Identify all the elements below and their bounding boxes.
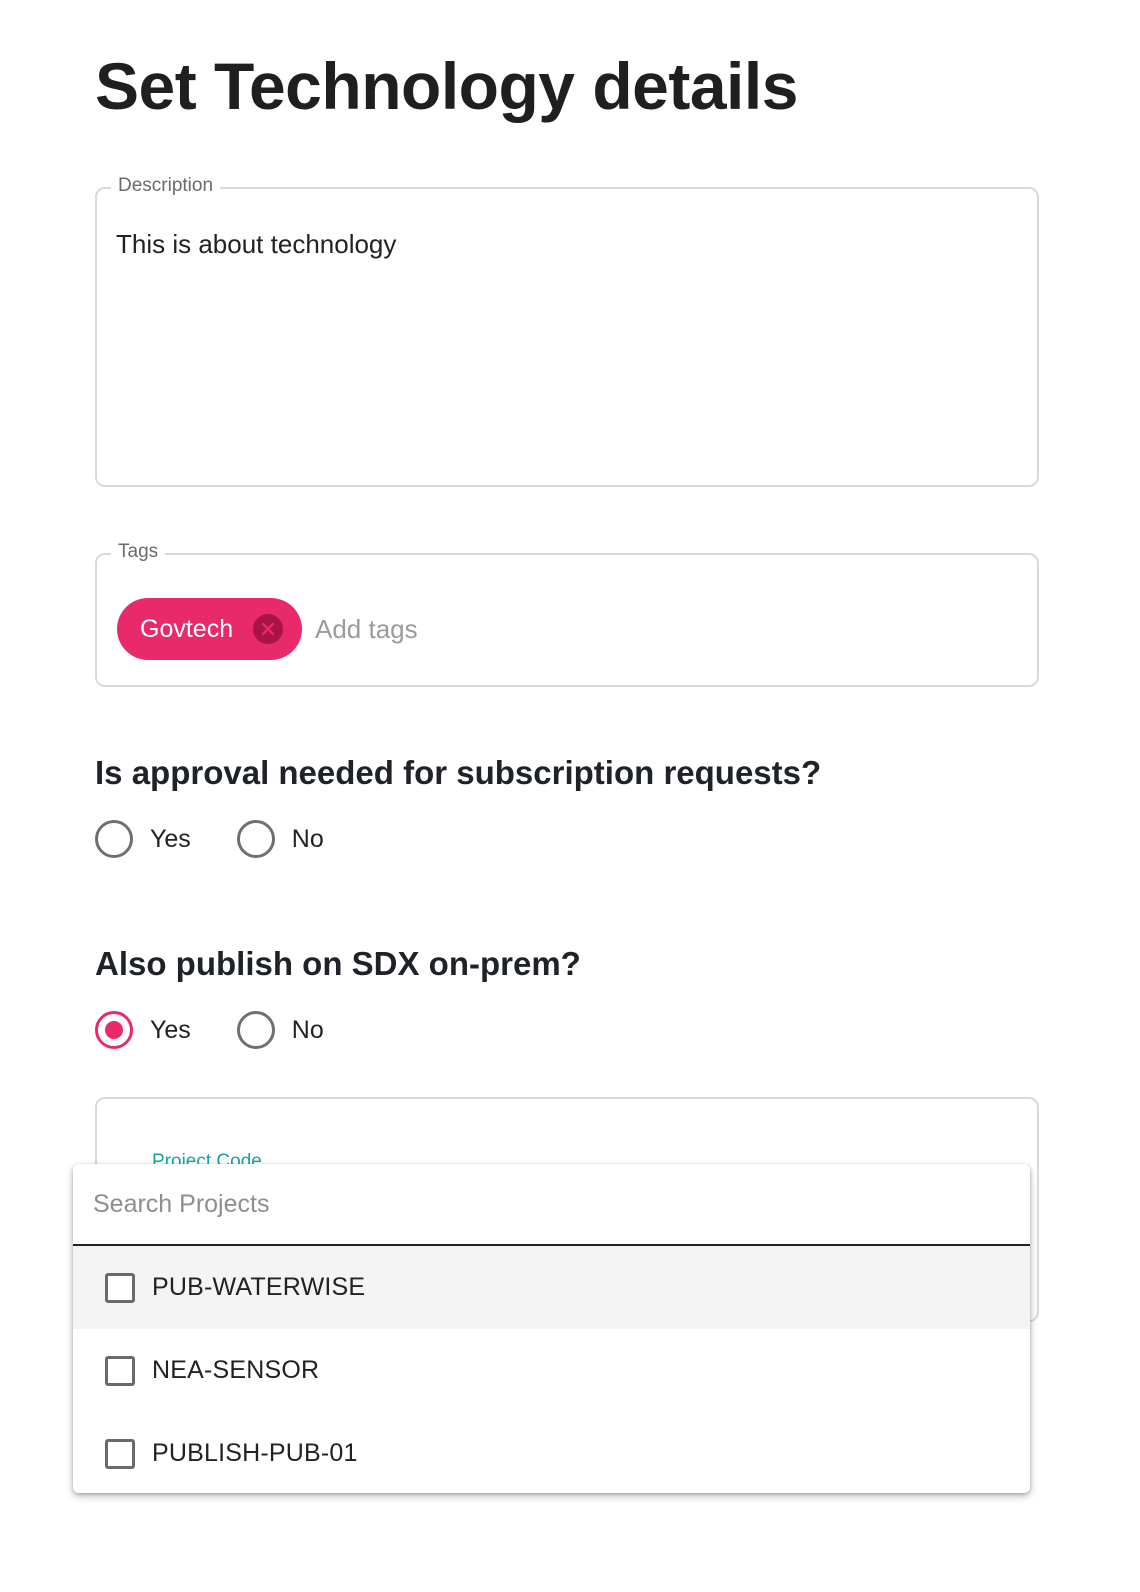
publish-yes-option[interactable]: Yes bbox=[95, 1011, 191, 1049]
description-label: Description bbox=[111, 175, 221, 197]
approval-radio-group: Yes No bbox=[95, 820, 370, 858]
project-option-label: PUBLISH-PUB-01 bbox=[152, 1439, 358, 1467]
project-option-label: PUB-WATERWISE bbox=[152, 1273, 366, 1301]
publish-no-option[interactable]: No bbox=[236, 1011, 324, 1049]
tags-label: Tags bbox=[111, 541, 166, 563]
publish-question: Also publish on SDX on-prem? bbox=[95, 945, 581, 982]
project-option[interactable]: NEA-SENSOR bbox=[73, 1329, 1030, 1412]
project-option-checkbox[interactable] bbox=[105, 1438, 135, 1469]
project-option[interactable]: PUBLISH-PUB-01 bbox=[73, 1412, 1030, 1493]
remove-tag-icon[interactable] bbox=[253, 614, 283, 644]
approval-no-radio[interactable] bbox=[236, 820, 275, 858]
search-projects-input[interactable] bbox=[73, 1164, 1030, 1246]
project-option-label: NEA-SENSOR bbox=[152, 1356, 320, 1384]
approval-yes-label: Yes bbox=[150, 824, 191, 853]
project-option-checkbox[interactable] bbox=[105, 1272, 135, 1303]
tags-input[interactable] bbox=[315, 609, 995, 649]
tag-chip-label: Govtech bbox=[140, 614, 234, 643]
project-option-checkbox[interactable] bbox=[105, 1355, 135, 1386]
approval-no-option[interactable]: No bbox=[236, 820, 324, 858]
page-title: Set Technology details bbox=[95, 49, 798, 123]
approval-question: Is approval needed for subscription requ… bbox=[95, 754, 822, 791]
publish-no-label: No bbox=[291, 1015, 324, 1044]
publish-radio-group: Yes No bbox=[95, 1011, 370, 1049]
approval-no-label: No bbox=[291, 824, 324, 853]
approval-yes-option[interactable]: Yes bbox=[95, 820, 191, 858]
tag-chip-govtech[interactable]: Govtech bbox=[117, 598, 302, 660]
publish-no-radio[interactable] bbox=[236, 1011, 275, 1049]
project-option-list: PUB-WATERWISE NEA-SENSOR PUBLISH-PUB-01 bbox=[73, 1246, 1030, 1493]
project-dropdown: PUB-WATERWISE NEA-SENSOR PUBLISH-PUB-01 bbox=[73, 1164, 1030, 1493]
description-field[interactable]: Description This is about technology bbox=[95, 175, 1039, 487]
description-value[interactable]: This is about technology bbox=[116, 229, 396, 260]
publish-yes-radio[interactable] bbox=[95, 1011, 133, 1049]
project-option[interactable]: PUB-WATERWISE bbox=[73, 1246, 1030, 1329]
tags-field[interactable]: Tags Govtech bbox=[95, 541, 1039, 687]
publish-yes-label: Yes bbox=[150, 1015, 191, 1044]
approval-yes-radio[interactable] bbox=[95, 820, 133, 858]
